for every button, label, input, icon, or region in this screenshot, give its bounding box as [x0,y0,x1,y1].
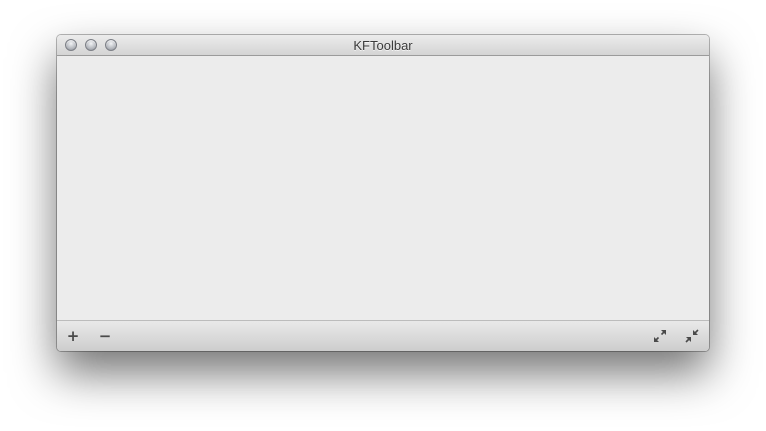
title-bar[interactable]: KFToolbar [57,35,709,56]
add-button[interactable]: + [63,327,83,345]
contract-arrows-icon [685,329,699,343]
content-area [57,56,709,320]
contract-button[interactable] [682,327,702,345]
window-title: KFToolbar [353,38,413,53]
expand-button[interactable] [650,327,670,345]
remove-button[interactable]: − [95,327,115,345]
bottom-toolbar: + − [57,320,709,351]
expand-arrows-icon [653,329,667,343]
plus-icon: + [66,327,80,345]
minus-icon: − [98,327,112,345]
app-window: KFToolbar + − [57,35,709,351]
